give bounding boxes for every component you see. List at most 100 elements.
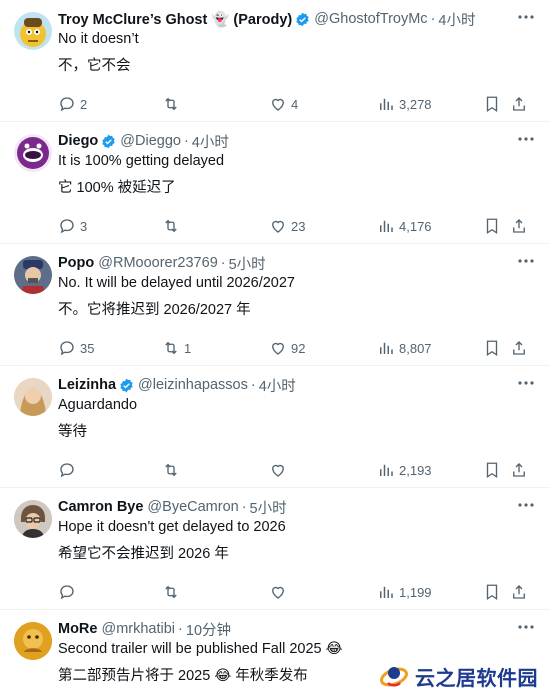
user-handle[interactable]: @leizinhapassos bbox=[138, 377, 248, 393]
tweet-text: It is 100% getting delayed bbox=[58, 153, 225, 169]
user-handle[interactable]: @RMooorer23769 bbox=[98, 255, 218, 271]
views-button[interactable]: 8,807 bbox=[377, 336, 432, 360]
more-options-icon[interactable] bbox=[516, 498, 536, 512]
display-name[interactable]: Camron Bye bbox=[58, 499, 143, 515]
more-options-icon[interactable] bbox=[516, 620, 536, 634]
more-options-icon[interactable] bbox=[516, 376, 536, 390]
share-icon bbox=[513, 97, 525, 111]
tweet-actions: 3 23 4,176 bbox=[58, 214, 538, 238]
like-button[interactable]: 23 bbox=[269, 214, 305, 238]
avatar[interactable] bbox=[14, 12, 52, 50]
bookmark-button[interactable] bbox=[483, 458, 501, 482]
more-options-icon[interactable] bbox=[516, 10, 536, 24]
avatar[interactable] bbox=[14, 500, 52, 538]
bookmark-button[interactable] bbox=[483, 336, 501, 360]
like-button[interactable] bbox=[269, 580, 291, 604]
views-button[interactable]: 4,176 bbox=[377, 214, 432, 238]
reply-button[interactable]: 2 bbox=[58, 92, 87, 116]
share-button[interactable] bbox=[510, 214, 528, 238]
heart-icon bbox=[272, 342, 284, 355]
bookmark-icon bbox=[486, 96, 498, 113]
tweet-translation: 希望它不会推迟到 2026 年 bbox=[58, 546, 229, 562]
timestamp[interactable]: 10分钟 bbox=[186, 619, 231, 640]
retweet-icon bbox=[165, 585, 177, 599]
avatar[interactable] bbox=[14, 378, 52, 416]
separator-dot: · bbox=[220, 255, 226, 271]
tweet[interactable]: Camron Bye @ByeCamron · 5小时 Hope it does… bbox=[0, 488, 550, 610]
display-name[interactable]: Popo bbox=[58, 255, 94, 271]
avatar[interactable] bbox=[14, 622, 52, 660]
tweet[interactable]: Troy McClure’s Ghost 👻 (Parody) @Ghostof… bbox=[0, 0, 550, 122]
display-name[interactable]: Leizinha bbox=[58, 377, 116, 393]
timestamp[interactable]: 4小时 bbox=[259, 375, 296, 396]
view-count: 4,176 bbox=[399, 218, 432, 234]
share-button[interactable] bbox=[510, 458, 528, 482]
views-icon bbox=[380, 586, 393, 598]
view-count: 8,807 bbox=[399, 340, 432, 356]
tweet-text: No. It will be delayed until 2026/2027 bbox=[58, 275, 295, 291]
more-options-icon[interactable] bbox=[516, 254, 536, 268]
bookmark-icon bbox=[486, 340, 498, 357]
retweet-button[interactable] bbox=[162, 580, 184, 604]
bookmark-button[interactable] bbox=[483, 92, 501, 116]
reply-count: 2 bbox=[80, 96, 88, 112]
tweet[interactable]: Diego @Dieggo · 4小时 It is 100% getting d… bbox=[0, 122, 550, 244]
reply-icon bbox=[60, 463, 74, 478]
retweet-button[interactable] bbox=[162, 458, 184, 482]
views-button[interactable]: 2,193 bbox=[377, 458, 432, 482]
like-button[interactable]: 92 bbox=[269, 336, 305, 360]
share-button[interactable] bbox=[510, 336, 528, 360]
timestamp[interactable]: 4小时 bbox=[438, 9, 475, 30]
tweet-header: Troy McClure’s Ghost 👻 (Parody) @Ghostof… bbox=[58, 9, 538, 29]
tweet-header: Diego @Dieggo · 4小时 bbox=[58, 131, 538, 151]
display-name[interactable]: MoRe bbox=[58, 621, 97, 637]
timestamp[interactable]: 5小时 bbox=[229, 253, 266, 274]
display-name[interactable]: Diego bbox=[58, 133, 98, 149]
retweet-icon bbox=[165, 463, 177, 477]
bookmark-button[interactable] bbox=[483, 580, 501, 604]
retweet-button[interactable] bbox=[162, 214, 184, 238]
tweet-text: No it doesn’t bbox=[58, 31, 139, 47]
timestamp[interactable]: 4小时 bbox=[192, 131, 229, 152]
like-count: 4 bbox=[291, 96, 299, 112]
views-icon bbox=[380, 98, 393, 110]
reply-button[interactable]: 35 bbox=[58, 336, 94, 360]
reply-button[interactable]: 3 bbox=[58, 214, 87, 238]
retweet-button[interactable]: 1 bbox=[162, 336, 191, 360]
separator-dot: · bbox=[250, 377, 256, 393]
views-button[interactable]: 3,278 bbox=[377, 92, 432, 116]
reply-button[interactable] bbox=[58, 458, 80, 482]
heart-icon bbox=[272, 586, 284, 599]
watermark-logo-icon bbox=[380, 667, 408, 687]
tweet-translation: 不。它将推迟到 2026/2027 年 bbox=[58, 302, 251, 318]
display-name[interactable]: Troy McClure’s Ghost 👻 (Parody) bbox=[58, 11, 292, 28]
tweet-header: Leizinha @leizinhapassos · 4小时 bbox=[58, 375, 538, 395]
retweet-button[interactable] bbox=[162, 92, 184, 116]
views-icon bbox=[380, 464, 393, 476]
tweet-translation: 它 100% 被延迟了 bbox=[58, 180, 176, 196]
user-handle[interactable]: @Dieggo bbox=[120, 133, 181, 149]
user-handle[interactable]: @GhostofTroyMc bbox=[314, 11, 427, 27]
retweet-icon bbox=[165, 341, 177, 355]
separator-dot: · bbox=[183, 133, 189, 149]
like-button[interactable]: 4 bbox=[269, 92, 298, 116]
user-handle[interactable]: @ByeCamron bbox=[147, 499, 238, 515]
like-button[interactable] bbox=[269, 458, 291, 482]
more-options-icon[interactable] bbox=[516, 132, 536, 146]
views-icon bbox=[380, 220, 393, 232]
share-button[interactable] bbox=[510, 92, 528, 116]
view-count: 1,199 bbox=[399, 584, 432, 600]
reply-button[interactable] bbox=[58, 580, 80, 604]
avatar[interactable] bbox=[14, 256, 52, 294]
share-button[interactable] bbox=[510, 580, 528, 604]
retweet-icon bbox=[165, 219, 177, 233]
avatar[interactable] bbox=[14, 134, 52, 172]
timestamp[interactable]: 5小时 bbox=[250, 497, 287, 518]
user-handle[interactable]: @mrkhatibi bbox=[101, 621, 175, 637]
views-button[interactable]: 1,199 bbox=[377, 580, 432, 604]
bookmark-button[interactable] bbox=[483, 214, 501, 238]
tweet[interactable]: Leizinha @leizinhapassos · 4小时 Aguardand… bbox=[0, 366, 550, 488]
tweet-actions: 2,193 bbox=[58, 458, 538, 482]
view-count: 3,278 bbox=[399, 96, 432, 112]
tweet[interactable]: Popo @RMooorer23769 · 5小时 No. It will be… bbox=[0, 244, 550, 366]
